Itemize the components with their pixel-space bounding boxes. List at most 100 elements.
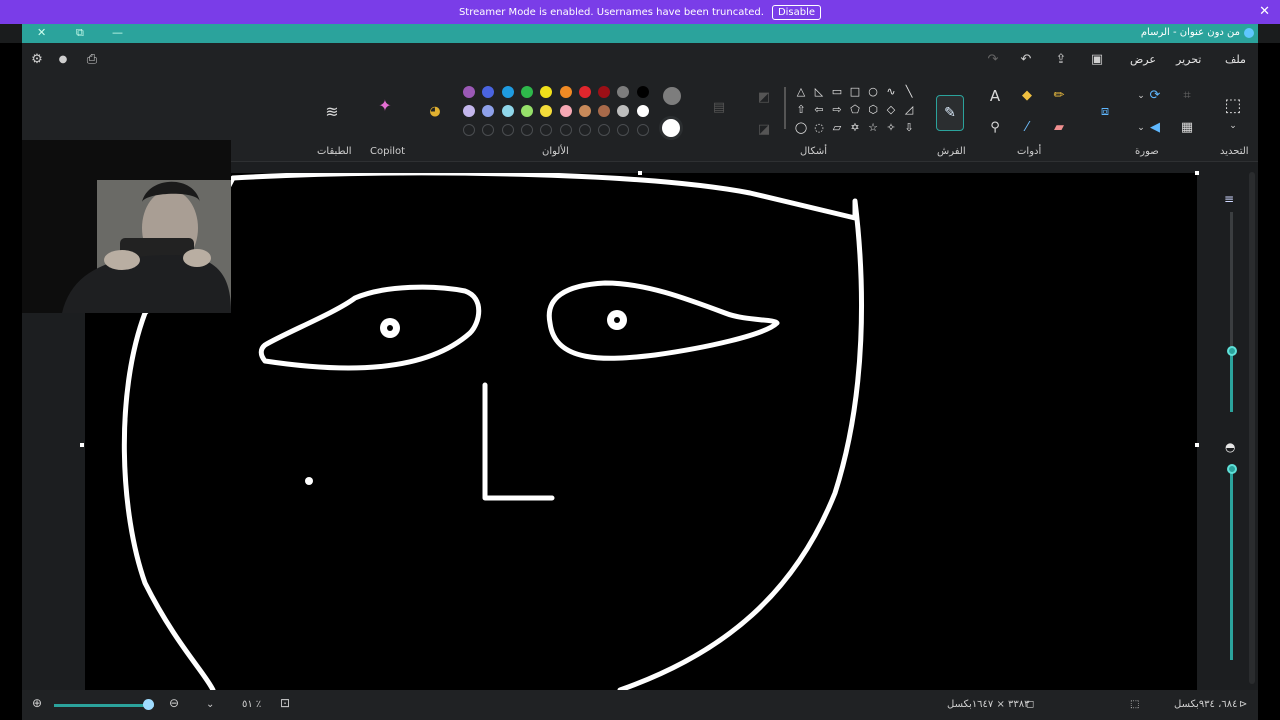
- disable-streamer-button[interactable]: Disable: [771, 4, 822, 20]
- color-picker-icon[interactable]: ⁄: [1018, 119, 1036, 137]
- palette-color-swatch[interactable]: [617, 86, 630, 98]
- layers-icon[interactable]: ≋: [323, 103, 341, 121]
- copilot-icon[interactable]: ✦: [376, 97, 394, 115]
- right-angle-triangle-shape-icon[interactable]: ◿: [902, 103, 916, 117]
- speech-rect-shape-icon[interactable]: ▱: [830, 121, 844, 135]
- star-six-shape-icon[interactable]: ✡: [848, 121, 862, 135]
- star-four-shape-icon[interactable]: ✧: [884, 121, 898, 135]
- magnifier-icon[interactable]: ⚲: [986, 119, 1004, 137]
- canvas-handle-top-right[interactable]: [1195, 171, 1199, 175]
- pentagon-shape-icon[interactable]: ⬠: [848, 103, 862, 117]
- opacity-slider-thumb[interactable]: [1227, 464, 1237, 474]
- eraser-icon[interactable]: ▰: [1050, 119, 1068, 137]
- custom-color-slot[interactable]: [559, 124, 572, 136]
- palette-color-swatch[interactable]: [578, 86, 591, 98]
- palette-color-swatch[interactable]: [520, 86, 533, 98]
- menu-file[interactable]: ملف: [1225, 53, 1246, 66]
- speech-round-shape-icon[interactable]: ◌: [812, 121, 826, 135]
- arrow-down-shape-icon[interactable]: ⇩: [902, 121, 916, 135]
- hexagon-shape-icon[interactable]: ⬡: [866, 103, 880, 117]
- image-resize-icon[interactable]: ⧈: [1096, 103, 1114, 121]
- curve-shape-icon[interactable]: ∿: [884, 85, 898, 99]
- save-icon[interactable]: ▣: [1088, 51, 1106, 69]
- custom-color-slot[interactable]: [598, 124, 611, 136]
- square-shape-icon[interactable]: □: [848, 85, 862, 99]
- custom-color-slot[interactable]: [617, 124, 630, 136]
- palette-color-swatch[interactable]: [463, 105, 475, 117]
- palette-color-swatch[interactable]: [482, 86, 495, 98]
- custom-color-slot[interactable]: [540, 124, 553, 136]
- pencil-icon[interactable]: ✏: [1050, 87, 1068, 105]
- custom-color-slot[interactable]: [501, 124, 514, 136]
- background-removal-icon[interactable]: ▦: [1178, 119, 1196, 137]
- selection-dropdown-icon[interactable]: ⌄: [1224, 117, 1242, 135]
- zoom-dropdown-icon[interactable]: ⌄: [206, 699, 214, 710]
- palette-color-swatch[interactable]: [578, 105, 591, 117]
- custom-color-slot[interactable]: [578, 124, 591, 136]
- outline-icon[interactable]: ◩: [755, 89, 773, 107]
- redo-icon[interactable]: ↷: [984, 51, 1002, 69]
- text-tool-icon[interactable]: A: [986, 87, 1004, 105]
- rotate-icon[interactable]: ⟳: [1146, 87, 1164, 105]
- zoom-in-icon[interactable]: ⊕: [32, 696, 42, 710]
- edit-colors-icon[interactable]: ◕: [426, 103, 444, 121]
- palette-color-swatch[interactable]: [636, 105, 649, 117]
- star-five-shape-icon[interactable]: ☆: [866, 121, 880, 135]
- primary-color-swatch[interactable]: [663, 87, 681, 105]
- canvas-handle-right[interactable]: [1195, 443, 1199, 447]
- palette-color-swatch[interactable]: [520, 105, 533, 117]
- triangle-shape-icon[interactable]: △: [794, 85, 808, 99]
- undo-icon[interactable]: ↶: [1017, 51, 1035, 69]
- fill-bucket-icon[interactable]: ◆: [1018, 87, 1036, 105]
- rectangle-shape-icon[interactable]: ▭: [830, 85, 844, 99]
- drawing-canvas[interactable]: [85, 173, 1197, 690]
- line-shape-icon[interactable]: ╲: [902, 85, 916, 99]
- shape-fill-icon[interactable]: ▤: [710, 99, 728, 117]
- oval-shape-icon[interactable]: ○: [866, 85, 880, 99]
- share-feedback-icon[interactable]: ⎙: [83, 51, 101, 69]
- palette-color-swatch[interactable]: [598, 105, 611, 117]
- arrow-right-shape-icon[interactable]: ⇨: [830, 103, 844, 117]
- fit-to-window-icon[interactable]: ⊡: [280, 696, 290, 710]
- canvas-handle-left[interactable]: [80, 443, 84, 447]
- palette-color-swatch[interactable]: [559, 105, 572, 117]
- zoom-slider-thumb[interactable]: [143, 699, 154, 710]
- opacity-slider-track[interactable]: [1230, 468, 1233, 660]
- fill-icon[interactable]: ◪: [755, 121, 773, 139]
- settings-gear-icon[interactable]: ⚙: [28, 51, 46, 69]
- arrow-left-shape-icon[interactable]: ⇦: [812, 103, 826, 117]
- zoom-out-icon[interactable]: ⊖: [169, 696, 179, 710]
- menu-edit[interactable]: تحرير: [1176, 53, 1201, 66]
- custom-color-slot[interactable]: [482, 124, 495, 136]
- palette-color-swatch[interactable]: [540, 105, 553, 117]
- size-slider-thumb[interactable]: [1227, 346, 1237, 356]
- custom-color-slot[interactable]: [463, 124, 475, 136]
- palette-color-swatch[interactable]: [463, 86, 475, 98]
- palette-color-swatch[interactable]: [636, 86, 649, 98]
- brush-tool-icon[interactable]: ✎: [936, 95, 964, 131]
- menu-view[interactable]: عرض: [1130, 53, 1156, 66]
- window-restore-icon[interactable]: ⧉: [76, 26, 84, 40]
- speech-oval-shape-icon[interactable]: ◯: [794, 121, 808, 135]
- flip-icon[interactable]: ◀: [1146, 119, 1164, 137]
- account-icon[interactable]: ●: [54, 51, 72, 69]
- palette-color-swatch[interactable]: [540, 86, 553, 98]
- palette-color-swatch[interactable]: [598, 86, 611, 98]
- palette-color-swatch[interactable]: [501, 105, 514, 117]
- window-minimize-icon[interactable]: —: [112, 26, 123, 39]
- share-icon[interactable]: ⇪: [1052, 51, 1070, 69]
- palette-color-swatch[interactable]: [617, 105, 630, 117]
- close-icon[interactable]: ✕: [1259, 4, 1270, 19]
- custom-color-slot[interactable]: [636, 124, 649, 136]
- secondary-color-swatch[interactable]: [659, 116, 683, 140]
- palette-color-swatch[interactable]: [482, 105, 495, 117]
- vertical-scrollbar[interactable]: [1247, 168, 1257, 688]
- palette-color-swatch[interactable]: [501, 86, 514, 98]
- arrow-up-shape-icon[interactable]: ⇧: [794, 103, 808, 117]
- canvas-handle-top[interactable]: [638, 171, 642, 175]
- crop-icon[interactable]: ⌗: [1178, 87, 1196, 105]
- right-triangle-shape-icon[interactable]: ◺: [812, 85, 826, 99]
- selection-icon[interactable]: ⬚: [1224, 97, 1242, 115]
- window-close-icon[interactable]: ✕: [37, 26, 46, 39]
- palette-color-swatch[interactable]: [559, 86, 572, 98]
